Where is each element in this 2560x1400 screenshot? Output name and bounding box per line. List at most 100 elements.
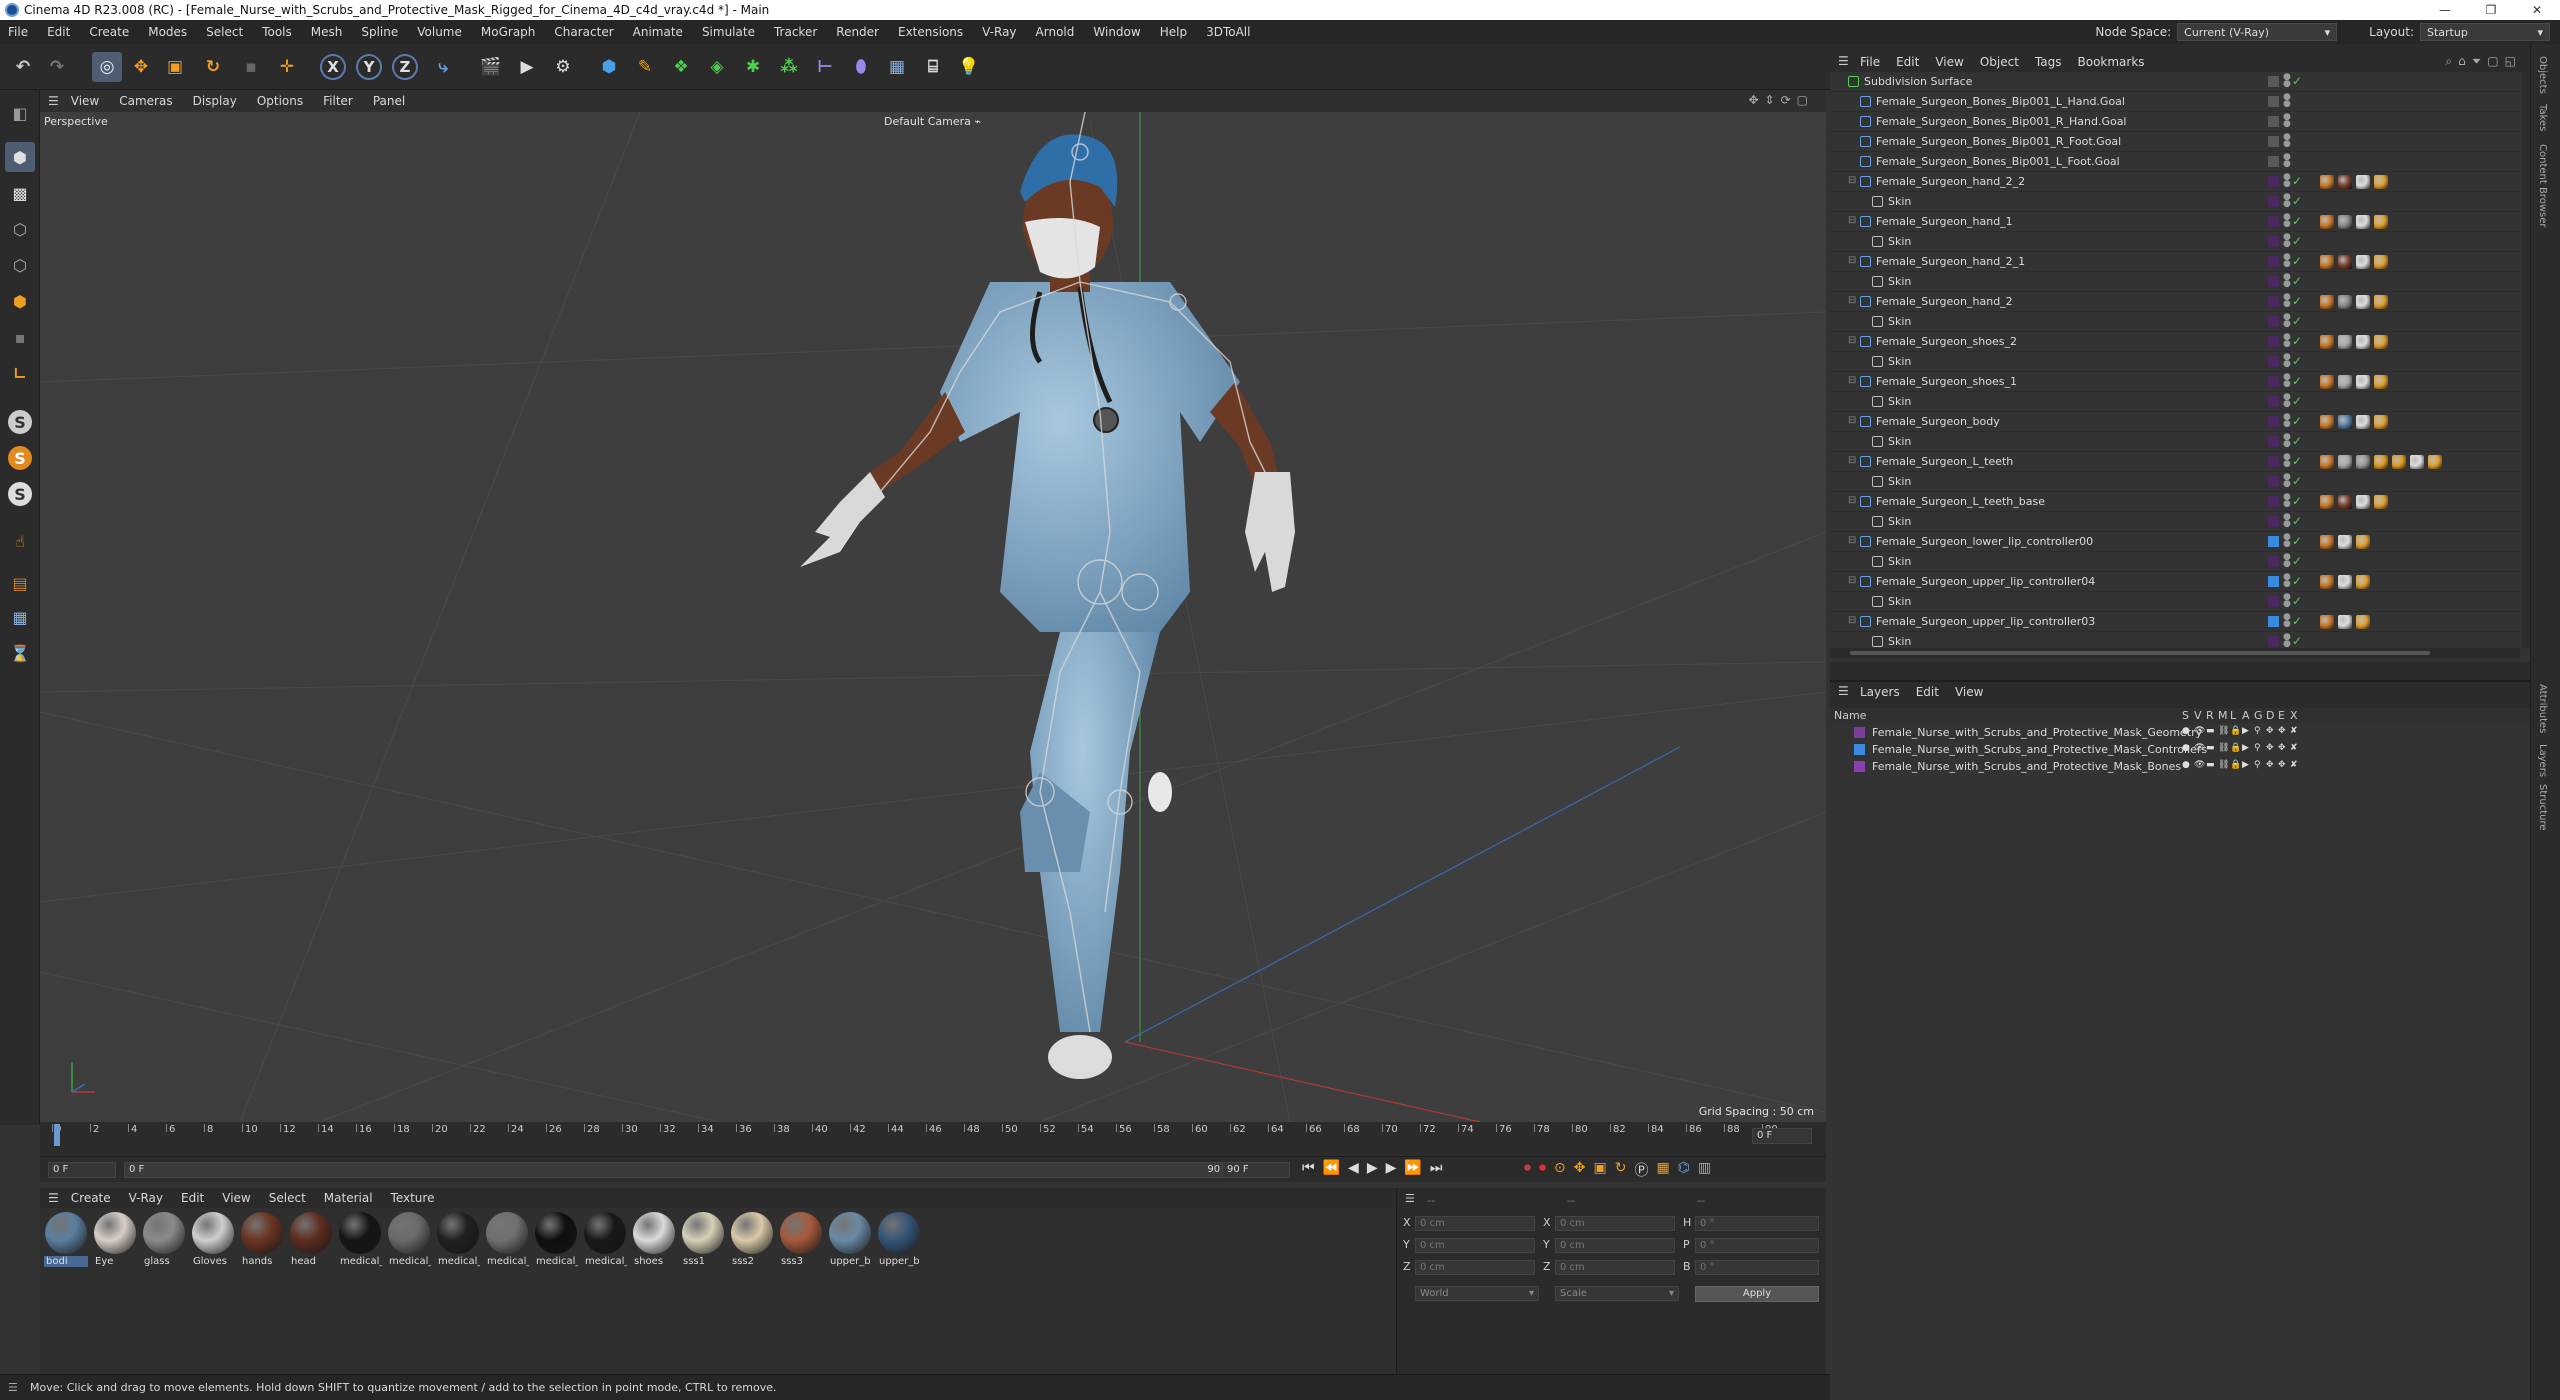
expand-toggle-icon[interactable]: ⊟ (1848, 375, 1856, 386)
enabled-check-icon[interactable]: ✓ (2292, 434, 2302, 448)
expand-toggle-icon[interactable]: ⊟ (1848, 335, 1856, 346)
menu-extensions[interactable]: Extensions (898, 25, 963, 39)
render-settings-icon[interactable]: ⚙ (548, 52, 578, 82)
light-icon[interactable]: 💡 (954, 52, 984, 82)
object-row[interactable]: Female_Surgeon_Bones_Bip001_L_Hand.Goal ●… (1830, 92, 2520, 112)
scale-mode-dropdown[interactable]: Scale ▾ (1555, 1286, 1679, 1301)
skin-tag-row[interactable]: Skin ● ● ✓ (1830, 512, 2520, 532)
animation-icon[interactable]: ▶ (2242, 760, 2249, 770)
skin-tag-row[interactable]: Skin ● ● ✓ (1830, 192, 2520, 212)
visibility-dots-icon[interactable]: ● ● (2283, 193, 2291, 209)
layer-color-swatch[interactable] (2268, 436, 2279, 447)
object-tag-icon[interactable] (2338, 415, 2352, 429)
layer-column-e[interactable]: E (2278, 709, 2285, 722)
layer-color-swatch[interactable] (2268, 296, 2279, 307)
material-swatch[interactable]: hands (240, 1212, 284, 1276)
layer-column-l[interactable]: L (2230, 709, 2236, 722)
visibility-dots-icon[interactable]: ● ● (2283, 133, 2291, 149)
tab-attributes[interactable]: Attributes (2537, 684, 2548, 733)
animation-icon[interactable]: ▶ (2242, 743, 2249, 753)
xref-icon[interactable]: ✘ (2290, 726, 2298, 736)
edges-mode-icon[interactable]: ⬡ (5, 250, 35, 280)
enabled-check-icon[interactable]: ✓ (2292, 574, 2302, 588)
mograph-icon[interactable]: ⁂ (774, 52, 804, 82)
object-menu-view[interactable]: View (1935, 55, 1963, 69)
object-tag-icon[interactable] (2338, 215, 2352, 229)
object-menu-file[interactable]: File (1860, 55, 1880, 69)
visibility-dots-icon[interactable]: ● ● (2283, 93, 2291, 109)
enabled-check-icon[interactable]: ✓ (2292, 374, 2302, 388)
visibility-dots-icon[interactable]: ● ● (2283, 313, 2291, 329)
rot-b-field[interactable]: 0 ° (1695, 1260, 1819, 1275)
menu-tracker[interactable]: Tracker (774, 25, 817, 39)
enabled-check-icon[interactable]: ✓ (2292, 214, 2302, 228)
material-swatch[interactable]: head (289, 1212, 333, 1276)
layer-color-swatch[interactable] (2268, 256, 2279, 267)
object-row[interactable]: Female_Surgeon_Bones_Bip001_R_Hand.Goal ●… (1830, 112, 2520, 132)
object-manager-vscroll[interactable] (2522, 72, 2530, 648)
object-row[interactable]: Female_Surgeon_Bones_Bip001_L_Foot.Goal ●… (1830, 152, 2520, 172)
enabled-check-icon[interactable]: ✓ (2292, 454, 2302, 468)
pos-x-field[interactable]: 0 cm (1415, 1216, 1535, 1231)
menu-help[interactable]: Help (1160, 25, 1187, 39)
enabled-check-icon[interactable]: ✓ (2292, 494, 2302, 508)
tab-layers[interactable]: Layers (2537, 744, 2548, 777)
skin-tag-row[interactable]: Skin ● ● ✓ (1830, 392, 2520, 412)
object-manager-tools-icons[interactable]: ⌕⌂⏷▢◱ (2445, 54, 2522, 69)
position-key-icon[interactable]: ✥ (1574, 1160, 1586, 1180)
layer-color-swatch[interactable] (2268, 156, 2279, 167)
object-tag-icon[interactable] (2356, 375, 2370, 389)
layer-color-swatch[interactable] (2268, 536, 2279, 547)
timeline-playhead[interactable] (54, 1124, 60, 1146)
rot-h-field[interactable]: 0 ° (1695, 1216, 1819, 1231)
menu-select[interactable]: Select (206, 25, 243, 39)
apply-button[interactable]: Apply (1695, 1286, 1819, 1302)
layer-color-swatch[interactable] (2268, 116, 2279, 127)
menu-create[interactable]: Create (89, 25, 129, 39)
lock-icon[interactable]: 🔒 (2230, 743, 2241, 753)
size-z-field[interactable]: 0 cm (1555, 1260, 1675, 1275)
layer-color-swatch[interactable] (2268, 396, 2279, 407)
enabled-check-icon[interactable]: ✓ (2292, 334, 2302, 348)
viewport-menu-filter[interactable]: Filter (323, 94, 353, 108)
visibility-dots-icon[interactable]: ● ● (2283, 433, 2291, 449)
visibility-dots-icon[interactable]: ● ● (2283, 533, 2291, 549)
layer-color-swatch[interactable] (2268, 376, 2279, 387)
model-mode-icon[interactable]: ⬢ (5, 142, 35, 172)
expression-icon[interactable]: ✥ (2278, 726, 2286, 736)
enabled-check-icon[interactable]: ✓ (2292, 514, 2302, 528)
timeline-window-icon[interactable]: ⌬ (1678, 1160, 1690, 1180)
create-object-icon[interactable]: ✛ (272, 52, 302, 82)
layer-color-swatch[interactable] (2268, 636, 2279, 647)
material-menu-v-ray[interactable]: V-Ray (129, 1191, 163, 1205)
end-frame-field[interactable]: 90 F (1222, 1162, 1290, 1178)
layer-column-x[interactable]: X (2290, 709, 2298, 722)
layer-color-swatch[interactable] (2268, 496, 2279, 507)
visibility-dots-icon[interactable]: ● ● (2283, 633, 2291, 649)
material-swatch[interactable]: Eye (93, 1212, 137, 1276)
fcurve-icon[interactable]: ▥ (1698, 1160, 1711, 1180)
layer-color-swatch[interactable] (2268, 316, 2279, 327)
menu-volume[interactable]: Volume (417, 25, 462, 39)
floor-icon[interactable]: ▦ (882, 52, 912, 82)
layer-menu-edit[interactable]: Edit (1916, 685, 1939, 699)
visibility-dots-icon[interactable]: ● ● (2283, 173, 2291, 189)
layer-column-name[interactable]: Name (1834, 709, 1866, 722)
material-swatch[interactable]: glass (142, 1212, 186, 1276)
layer-color-swatch[interactable] (2268, 136, 2279, 147)
material-swatch[interactable]: upper_b (828, 1212, 872, 1276)
material-menu-material[interactable]: Material (324, 1191, 373, 1205)
object-tag-icon[interactable] (2356, 495, 2370, 509)
object-row[interactable]: ⊟ Female_Surgeon_shoes_2 ● ● ✓ (1830, 332, 2520, 352)
polygons-mode-icon[interactable]: ⬢ (5, 286, 35, 316)
material-swatch[interactable]: medical_ (583, 1212, 627, 1276)
material-swatch[interactable]: sss3 (779, 1212, 823, 1276)
viewport-menu-panel[interactable]: Panel (373, 94, 405, 108)
enabled-check-icon[interactable]: ✓ (2292, 314, 2302, 328)
object-tag-icon[interactable] (2374, 215, 2388, 229)
viewport-hamburger-icon[interactable]: ☰ (48, 94, 59, 108)
layer-row[interactable]: Female_Nurse_with_Scrubs_and_Protective_… (1830, 741, 2530, 758)
workplane-snap-icon[interactable]: S (8, 482, 32, 506)
menu-mesh[interactable]: Mesh (311, 25, 343, 39)
object-menu-object[interactable]: Object (1980, 55, 2019, 69)
